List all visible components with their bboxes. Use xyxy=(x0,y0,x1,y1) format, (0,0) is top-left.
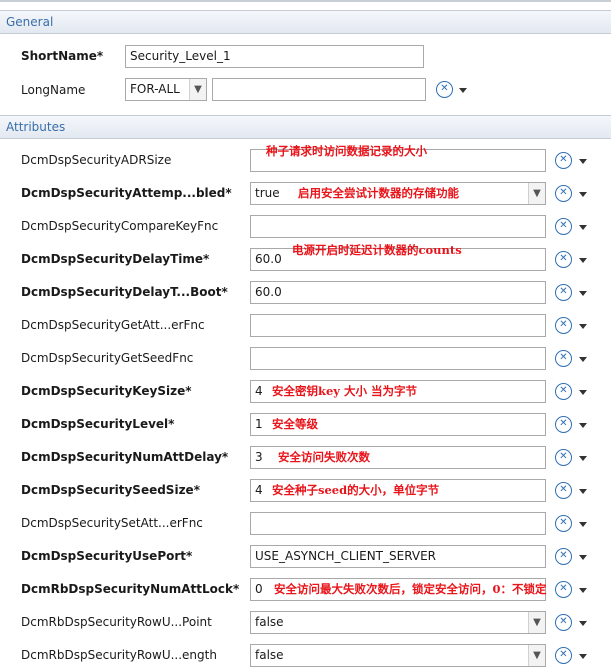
reset-x-icon[interactable]: ✕ xyxy=(555,482,572,499)
attribute-value: 4 xyxy=(255,384,263,398)
reset-x-icon[interactable]: ✕ xyxy=(555,152,572,169)
attribute-value: USE_ASYNCH_CLIENT_SERVER xyxy=(255,549,437,563)
annotation-note: 电源开启时延迟计数器的counts xyxy=(292,243,462,257)
reset-x-icon[interactable]: ✕ xyxy=(436,81,453,98)
reset-x-icon[interactable]: ✕ xyxy=(555,449,572,466)
chevron-down-icon[interactable]: ▼ xyxy=(528,183,545,204)
reset-x-icon[interactable]: ✕ xyxy=(555,251,572,268)
attribute-label: DcmDspSecurityDelayTime* xyxy=(21,252,210,266)
short-name-input[interactable]: Security_Level_1 xyxy=(125,45,424,68)
short-name-label: ShortName* xyxy=(21,49,104,63)
attribute-label: DcmDspSecuritySeedSize* xyxy=(21,483,200,497)
reset-x-icon[interactable]: ✕ xyxy=(555,317,572,334)
attribute-input[interactable] xyxy=(250,512,546,535)
chevron-down-icon[interactable] xyxy=(579,291,587,296)
attributes-section-header[interactable]: Attributes xyxy=(0,115,611,139)
attribute-select[interactable]: false ▼ xyxy=(250,644,546,667)
reset-x-icon[interactable]: ✕ xyxy=(555,548,572,565)
attribute-select[interactable]: false ▼ xyxy=(250,611,546,634)
attribute-input[interactable]: USE_ASYNCH_CLIENT_SERVER xyxy=(250,545,546,568)
chevron-down-icon[interactable] xyxy=(579,390,587,395)
annotation-note: 安全访问失败次数 xyxy=(278,450,370,464)
annotation-note: 种子请求时访问数据记录的大小 xyxy=(266,144,427,158)
attribute-input[interactable] xyxy=(250,314,546,337)
attribute-input[interactable]: 60.0 xyxy=(250,281,546,304)
attribute-value: 60.0 xyxy=(255,285,282,299)
attribute-label: DcmRbDspSecurityRowU...Point xyxy=(21,615,212,629)
long-name-lang-value: FOR-ALL xyxy=(130,82,180,96)
attribute-label: DcmDspSecurityCompareKeyFnc xyxy=(21,219,219,233)
attribute-label: DcmDspSecurityUsePort* xyxy=(21,549,193,563)
annotation-note: 安全种子seed的大小，单位字节 xyxy=(272,483,440,497)
attribute-label: DcmRbDspSecurityRowU...ength xyxy=(21,648,217,662)
attribute-label: DcmRbDspSecurityNumAttLock* xyxy=(21,582,240,596)
attribute-label: DcmDspSecurityGetAtt...erFnc xyxy=(21,318,205,332)
reset-x-icon[interactable]: ✕ xyxy=(555,218,572,235)
annotation-note: 安全等级 xyxy=(272,417,318,431)
annotation-note: 启用安全尝试计数器的存储功能 xyxy=(298,186,459,200)
annotation-note: 安全密钥key 大小 当为字节 xyxy=(272,384,417,398)
chevron-down-icon[interactable] xyxy=(579,456,587,461)
reset-x-icon[interactable]: ✕ xyxy=(555,383,572,400)
attribute-label: DcmDspSecuritySetAtt...erFnc xyxy=(21,516,203,530)
chevron-down-icon[interactable] xyxy=(579,621,587,626)
chevron-down-icon[interactable] xyxy=(579,258,587,263)
chevron-down-icon[interactable]: ▼ xyxy=(189,79,206,100)
general-section-header[interactable]: General xyxy=(0,10,611,34)
attribute-label: DcmDspSecurityNumAttDelay* xyxy=(21,450,229,464)
attribute-value: 1 xyxy=(255,417,263,431)
reset-x-icon[interactable]: ✕ xyxy=(555,350,572,367)
chevron-down-icon[interactable] xyxy=(579,192,587,197)
reset-x-icon[interactable]: ✕ xyxy=(555,515,572,532)
long-name-input[interactable] xyxy=(212,78,426,101)
attribute-label: DcmDspSecurityAttemp...bled* xyxy=(21,186,232,200)
chevron-down-icon[interactable] xyxy=(579,159,587,164)
long-name-label: LongName xyxy=(21,83,86,97)
reset-x-icon[interactable]: ✕ xyxy=(555,647,572,664)
reset-x-icon[interactable]: ✕ xyxy=(555,416,572,433)
chevron-down-icon[interactable] xyxy=(579,489,587,494)
attribute-input[interactable] xyxy=(250,215,546,238)
attribute-label: DcmDspSecurityDelayT...Boot* xyxy=(21,285,228,299)
chevron-down-icon[interactable]: ▼ xyxy=(528,612,545,633)
attribute-label: DcmDspSecurityADRSize xyxy=(21,153,172,167)
attribute-value: false xyxy=(255,648,284,662)
reset-x-icon[interactable]: ✕ xyxy=(555,185,572,202)
attribute-label: DcmDspSecurityLevel* xyxy=(21,417,175,431)
chevron-down-icon[interactable] xyxy=(579,555,587,560)
attribute-value: 4 xyxy=(255,483,263,497)
chevron-down-icon[interactable] xyxy=(459,88,467,93)
reset-x-icon[interactable]: ✕ xyxy=(555,284,572,301)
chevron-down-icon[interactable] xyxy=(579,423,587,428)
attribute-value: 0 xyxy=(255,582,263,596)
chevron-down-icon[interactable] xyxy=(579,522,587,527)
attribute-value: 60.0 xyxy=(255,252,282,266)
annotation-note: 安全访问最大失败次数后，锁定安全访问，0：不锁定 xyxy=(274,582,547,596)
reset-x-icon[interactable]: ✕ xyxy=(555,614,572,631)
chevron-down-icon[interactable] xyxy=(579,357,587,362)
attribute-label: DcmDspSecurityGetSeedFnc xyxy=(21,351,194,365)
chevron-down-icon[interactable]: ▼ xyxy=(528,645,545,666)
chevron-down-icon[interactable] xyxy=(579,324,587,329)
attribute-value: false xyxy=(255,615,284,629)
chevron-down-icon[interactable] xyxy=(579,654,587,659)
chevron-down-icon[interactable] xyxy=(579,588,587,593)
chevron-down-icon[interactable] xyxy=(579,225,587,230)
long-name-lang-select[interactable]: FOR-ALL ▼ xyxy=(125,78,207,101)
attribute-value: true xyxy=(255,186,280,200)
reset-x-icon[interactable]: ✕ xyxy=(555,581,572,598)
top-border xyxy=(0,0,611,2)
attribute-value: 3 xyxy=(255,450,263,464)
attribute-input[interactable] xyxy=(250,347,546,370)
attribute-label: DcmDspSecurityKeySize* xyxy=(21,384,192,398)
